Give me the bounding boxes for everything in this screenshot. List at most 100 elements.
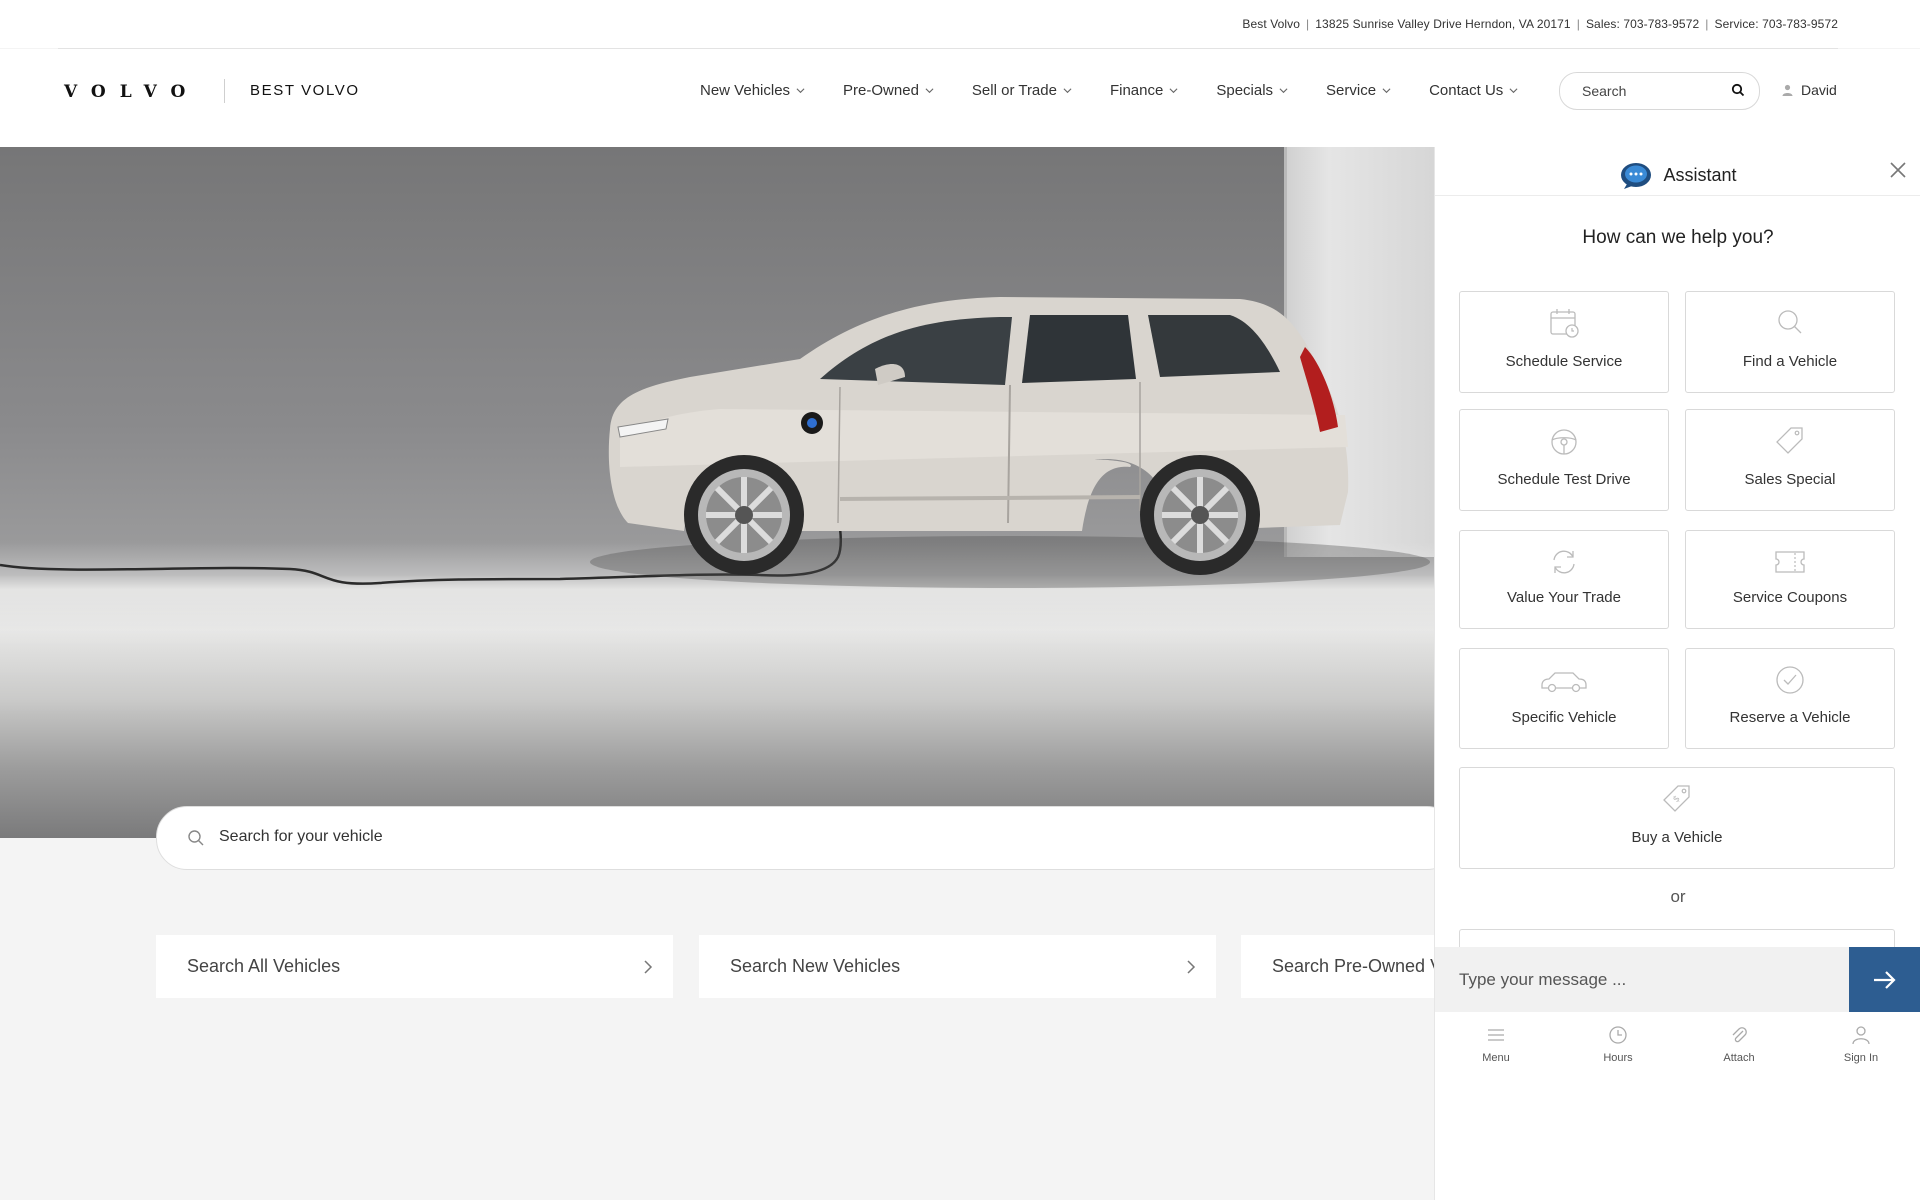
footer-sign-in-button[interactable]: Sign In (1821, 1017, 1901, 1064)
person-icon (1852, 1026, 1870, 1045)
user-name: David (1801, 82, 1837, 98)
reserve-a-vehicle-tile[interactable]: Reserve a Vehicle (1685, 648, 1895, 749)
ticket-icon (1775, 551, 1805, 573)
specific-vehicle-tile[interactable]: Specific Vehicle (1459, 648, 1669, 749)
tile-label: Value Your Trade (1507, 589, 1621, 606)
nav-item-label: Pre-Owned (843, 82, 919, 99)
vehicle-search-input[interactable] (217, 827, 1021, 847)
tile-label: Buy a Vehicle (1631, 829, 1723, 846)
site-header: VOLVO BEST VOLVO New Vehicles Pre-Owned … (0, 49, 1920, 147)
chevron-down-icon (1279, 88, 1288, 94)
message-input[interactable] (1457, 969, 1841, 991)
nav-item-label: Finance (1109, 82, 1164, 99)
nav-item-label: Sell or Trade (971, 82, 1057, 99)
dealer-name[interactable]: BEST VOLVO (250, 82, 360, 99)
chevron-right-icon (1187, 960, 1196, 974)
tile-label: Schedule Test Drive (1497, 471, 1631, 488)
search-card-label: Search New Vehicles (730, 956, 901, 976)
chevron-down-icon (1169, 88, 1178, 94)
footer-label: Sign In (1843, 1052, 1879, 1064)
user-account[interactable]: David (1782, 82, 1837, 98)
price-tag-icon (1776, 427, 1803, 454)
search-icon[interactable] (1731, 83, 1745, 97)
assistant-panel: Assistant How can we help you? Schedule … (1434, 147, 1920, 1200)
steering-wheel-icon (1551, 429, 1577, 455)
assistant-title: Assistant (1663, 164, 1737, 185)
chevron-down-icon (1509, 88, 1518, 94)
footer-label: Attach (1723, 1052, 1755, 1064)
chevron-right-icon (644, 960, 653, 974)
chevron-down-icon (1063, 88, 1072, 94)
service-coupons-tile[interactable]: Service Coupons (1685, 530, 1895, 629)
tile-label: Sales Special (1744, 471, 1836, 488)
sales-special-tile[interactable]: Sales Special (1685, 409, 1895, 511)
magnifier-icon (1778, 310, 1802, 334)
help-question: How can we help you? (1582, 227, 1774, 248)
paperclip-icon (1732, 1027, 1747, 1043)
logo-divider (224, 79, 225, 103)
nav-item-sell-or-trade[interactable]: Sell or Trade (972, 82, 1072, 99)
nav-item-specials[interactable]: Specials (1216, 82, 1288, 99)
tile-label: Schedule Service (1505, 353, 1623, 370)
footer-hours-button[interactable]: Hours (1578, 1017, 1658, 1064)
dealer-info-service-phone[interactable]: Service: 703-783-9572 (1714, 17, 1838, 31)
vehicle-search-bar (156, 806, 1458, 870)
header-search-input[interactable] (1580, 82, 1724, 100)
main-nav: New Vehicles Pre-Owned Sell or Trade Fin… (700, 82, 1556, 99)
value-your-trade-tile[interactable]: Value Your Trade (1459, 530, 1669, 629)
nav-item-label: New Vehicles (700, 82, 791, 99)
refresh-icon (1553, 550, 1575, 574)
search-icon (188, 830, 204, 846)
check-circle-icon (1776, 666, 1804, 694)
vehicle-photo (0, 297, 1430, 588)
nav-item-label: Service (1326, 82, 1377, 99)
chevron-down-icon (1382, 88, 1391, 94)
footer-label: Hours (1603, 1052, 1633, 1064)
nav-item-pre-owned[interactable]: Pre-Owned (843, 82, 934, 99)
nav-item-label: Specials (1216, 82, 1274, 99)
assistant-footer-nav: Menu Hours Attach Sign In (1435, 1017, 1920, 1077)
dealer-contact-info: Best Volvo | 13825 Sunrise Valley Drive He… (1242, 17, 1838, 31)
schedule-service-tile[interactable]: Schedule Service (1459, 291, 1669, 393)
chat-bubble-icon (1621, 163, 1652, 189)
car-icon (1541, 672, 1587, 693)
or-separator: or (1670, 887, 1686, 906)
footer-label: Menu (1482, 1052, 1510, 1064)
footer-attach-button[interactable]: Attach (1699, 1017, 1779, 1064)
message-bar (1435, 947, 1920, 1012)
top-info-bar: Best Volvo | 13825 Sunrise Valley Drive He… (0, 0, 1920, 48)
tile-label: Service Coupons (1732, 589, 1848, 606)
close-icon[interactable] (1887, 159, 1909, 181)
chevron-down-icon (796, 88, 805, 94)
chevron-down-icon (925, 88, 934, 94)
header-search (1559, 72, 1760, 110)
dollar-tag-icon: $ (1663, 785, 1690, 812)
nav-item-new-vehicles[interactable]: New Vehicles (700, 82, 805, 99)
nav-item-service[interactable]: Service (1326, 82, 1391, 99)
search-all-vehicles-button[interactable]: Search All Vehicles (156, 935, 673, 998)
volvo-logo[interactable]: VOLVO (64, 82, 199, 102)
dealer-info-sales-phone[interactable]: Sales: 703-783-9572 (1586, 17, 1699, 31)
dealer-info-name: Best Volvo (1242, 17, 1301, 31)
nav-item-label: Contact Us (1429, 82, 1504, 99)
find-a-vehicle-tile[interactable]: Find a Vehicle (1685, 291, 1895, 393)
footer-menu-button[interactable]: Menu (1456, 1017, 1536, 1064)
nav-item-finance[interactable]: Finance (1110, 82, 1178, 99)
calendar-clock-icon (1550, 309, 1579, 338)
search-new-vehicles-button[interactable]: Search New Vehicles (699, 935, 1216, 998)
buy-a-vehicle-tile[interactable]: $ Buy a Vehicle (1459, 767, 1895, 869)
svg-text:$: $ (1671, 794, 1682, 805)
nav-item-contact-us[interactable]: Contact Us (1429, 82, 1518, 99)
schedule-test-drive-tile[interactable]: Schedule Test Drive (1459, 409, 1669, 511)
menu-icon (1488, 1029, 1504, 1041)
tile-label: Find a Vehicle (1742, 353, 1838, 370)
send-button[interactable] (1849, 947, 1920, 1012)
hero-image (0, 147, 1434, 838)
clock-icon (1609, 1026, 1627, 1044)
tile-label: Reserve a Vehicle (1729, 709, 1851, 726)
assistant-header: Assistant (1435, 147, 1920, 196)
tile-label: Specific Vehicle (1511, 709, 1617, 726)
search-card-label: Search All Vehicles (187, 956, 341, 976)
person-icon (1782, 84, 1793, 96)
dealer-info-address[interactable]: 13825 Sunrise Valley Drive Herndon, VA 2… (1315, 17, 1570, 31)
